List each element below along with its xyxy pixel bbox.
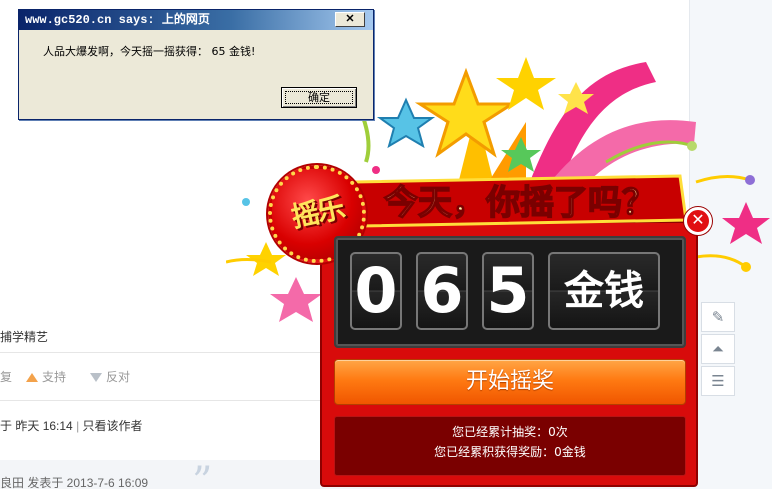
total-reward-text: 您已经累积获得奖励：0金钱 (434, 445, 586, 459)
dialog-title: www.gc520.cn says: 上的网页 (25, 13, 210, 27)
list-icon[interactable]: ☰ (701, 366, 735, 396)
dialog-close-button[interactable]: ✕ (335, 12, 365, 27)
start-draw-button[interactable]: 开始摇奖 (334, 359, 686, 405)
oppose-label: 反对 (106, 370, 131, 384)
only-author-link[interactable]: 只看该作者 (83, 419, 143, 433)
counter-display: 0 6 5 金钱 (334, 236, 686, 348)
divider (0, 400, 320, 401)
title-banner: 今天，你摇了吗？ (352, 174, 688, 228)
divider (0, 352, 320, 353)
lottery-headline: 今天，你摇了吗？ (384, 183, 656, 223)
stats-panel: 您已经累计抽奖：0次 您已经累积获得奖励：0金钱 (334, 416, 686, 476)
unit-card: 金钱 (548, 252, 660, 330)
thumb-down-icon (90, 373, 102, 383)
support-button[interactable]: 支持 (26, 368, 66, 385)
ok-button[interactable]: 确定 (281, 87, 357, 108)
digit-card: 0 (350, 252, 402, 330)
digit-card: 6 (416, 252, 468, 330)
poster-prefix: 于 (0, 419, 13, 433)
post-snippet: 捕学精艺 (0, 330, 49, 344)
dialog-titlebar[interactable]: www.gc520.cn says: 上的网页 ✕ (19, 10, 373, 30)
close-icon[interactable]: ✕ (684, 207, 712, 235)
next-post-meta: 良田 发表于 2013-7-6 16:09 (0, 476, 149, 489)
post-time: 昨天 16:14 (15, 419, 73, 433)
total-draws-text: 您已经累计抽奖：0次 (452, 425, 568, 439)
dialog-message: 人品大爆发啊，今天摇一摇获得： 65 金钱! (43, 45, 256, 58)
digit-card: 5 (482, 252, 534, 330)
oppose-button[interactable]: 反对 (90, 368, 130, 385)
quote-icon: ” (192, 459, 213, 489)
poster-line: 于 昨天 16:14 | 只看该作者 (0, 419, 143, 433)
badge-text: 摇乐 (288, 190, 347, 235)
vote-prefix: 复 (0, 370, 13, 384)
alert-dialog: www.gc520.cn says: 上的网页 ✕ 人品大爆发啊，今天摇一摇获得… (18, 9, 374, 120)
thumb-up-icon (26, 373, 38, 383)
support-label: 支持 (42, 370, 67, 384)
